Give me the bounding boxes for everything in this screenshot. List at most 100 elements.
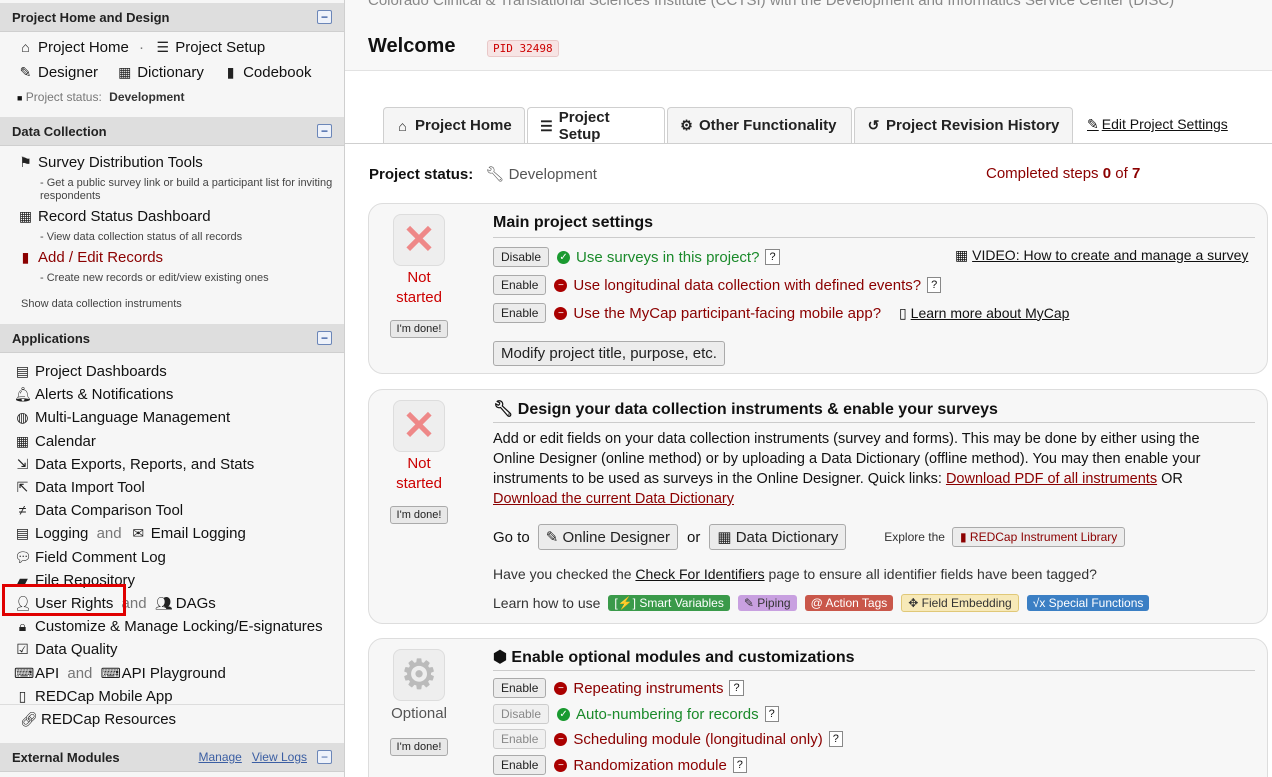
action-tags-button[interactable]: @ Action Tags xyxy=(804,595,894,611)
export-icon: ⇲ xyxy=(16,455,29,472)
instrument-library-button[interactable]: ▮ REDCap Instrument Library xyxy=(951,527,1126,547)
im-done-button[interactable]: I'm done! xyxy=(389,320,449,338)
nav-calendar[interactable]: ▦ Calendar xyxy=(14,430,323,453)
help-icon[interactable]: ? xyxy=(765,249,780,265)
modify-project-button[interactable]: Modify project title, purpose, etc. xyxy=(493,341,725,366)
tab-project-setup[interactable]: ☰ Project Setup xyxy=(527,107,665,144)
video-link[interactable]: ▦ VIDEO: How to create and manage a surv… xyxy=(955,247,1248,264)
collapse-icon[interactable]: − xyxy=(317,750,332,764)
enable-scheduling-button[interactable]: Enable xyxy=(493,729,547,749)
section-header-applications: Applications − xyxy=(0,324,344,353)
collapse-icon[interactable]: − xyxy=(317,124,332,138)
pen-icon: ✎ xyxy=(743,596,754,610)
nav-data-quality[interactable]: ☑ Data Quality xyxy=(14,638,323,661)
code-icon: ⌨ xyxy=(100,664,121,681)
status-text: Not started xyxy=(396,269,442,306)
help-icon[interactable]: ? xyxy=(828,731,843,747)
special-functions-button[interactable]: √x Special Functions xyxy=(1026,595,1150,611)
download-pdf-link[interactable]: Download PDF of all instruments xyxy=(946,471,1157,487)
tab-other-functionality[interactable]: ⚙ Other Functionality xyxy=(667,107,852,143)
nav-field-comment[interactable]: 💬︎ Field Comment Log xyxy=(14,546,323,569)
lock-icon: 🔒︎ xyxy=(18,618,27,635)
nav-multilang[interactable]: ◍ Multi-Language Management xyxy=(14,406,323,429)
nav-api-playground[interactable]: ⌨API Playground xyxy=(101,665,226,682)
view-logs-link[interactable]: View Logs xyxy=(252,750,307,764)
nav-data-import[interactable]: ⇱ Data Import Tool xyxy=(14,476,323,499)
enable-repeating-button[interactable]: Enable xyxy=(493,678,547,698)
divider xyxy=(0,704,344,705)
globe-icon: ◍ xyxy=(16,409,29,426)
help-icon[interactable]: ? xyxy=(732,757,747,773)
collapse-icon[interactable]: − xyxy=(317,10,332,24)
edit-project-settings-link[interactable]: ✎ Edit Project Settings xyxy=(1087,116,1228,133)
enable-randomization-button[interactable]: Enable xyxy=(493,755,547,775)
disable-autonumbering-button[interactable]: Disable xyxy=(493,704,550,724)
nav-redcap-resources[interactable]: 🔗︎ REDCap Resources xyxy=(20,711,176,728)
import-icon: ⇱ xyxy=(16,479,29,496)
field-embedding-button[interactable]: ✥ Field Embedding xyxy=(901,594,1019,612)
section-title: Applications xyxy=(12,330,91,346)
nav-data-exports[interactable]: ⇲ Data Exports, Reports, and Stats xyxy=(14,453,323,476)
tab-project-home[interactable]: ⌂ Project Home xyxy=(383,107,525,143)
download-dictionary-link[interactable]: Download the current Data Dictionary xyxy=(493,491,734,507)
card-main-settings: ✕ Not started I'm done! Main project set… xyxy=(368,203,1268,374)
section-title: Project Home and Design xyxy=(12,9,170,25)
modify-row: Modify project title, purpose, etc. xyxy=(493,341,725,366)
nav-data-comparison[interactable]: ≠ Data Comparison Tool xyxy=(14,499,323,522)
goto-row: Go to ✎ Online Designer or ▦ Data Dictio… xyxy=(493,524,1133,550)
applications-list: ▤ Project Dashboards 🔔︎ Alerts & Notificat… xyxy=(14,360,323,708)
im-done-button[interactable]: I'm done! xyxy=(389,738,449,756)
online-designer-button[interactable]: ✎ Online Designer xyxy=(537,524,678,550)
collapse-icon[interactable]: − xyxy=(317,331,332,345)
comments-icon: 💬︎ xyxy=(14,548,32,565)
edit-icon: ✎ xyxy=(1087,116,1099,132)
nav-project-home[interactable]: ⌂ Project Home xyxy=(17,39,129,56)
data-dictionary-button[interactable]: ▦ Data Dictionary xyxy=(709,524,847,550)
nav-survey-tools[interactable]: ⚑ Survey Distribution Tools xyxy=(17,154,203,171)
square-icon: ■ xyxy=(17,93,23,103)
scheduling-row: Enable − Scheduling module (longitudinal… xyxy=(493,729,843,749)
learn-row: Learn how to use [⚡] Smart Variables ✎ P… xyxy=(493,594,1157,612)
help-icon[interactable]: ? xyxy=(764,706,779,722)
mycap-link[interactable]: ▯ Learn more about MyCap xyxy=(899,305,1069,322)
tab-revision-history[interactable]: ↺ Project Revision History xyxy=(854,107,1073,143)
nav-project-dashboards[interactable]: ▤ Project Dashboards xyxy=(14,360,323,383)
nav-add-edit-records[interactable]: ▮ Add / Edit Records xyxy=(17,249,163,266)
check-identifiers-link[interactable]: Check For Identifiers xyxy=(635,566,764,582)
nav-codebook[interactable]: ▮ Codebook xyxy=(222,64,312,81)
add-edit-desc: - Create new records or edit/view existi… xyxy=(40,272,269,284)
nav-email-logging[interactable]: ✉ Email Logging xyxy=(130,525,245,542)
manage-link[interactable]: Manage xyxy=(198,750,241,764)
nav-logging[interactable]: ▤ Logging xyxy=(14,525,89,542)
smart-variables-button[interactable]: [⚡] Smart Variables xyxy=(608,595,730,611)
section-header-project-home-design: Project Home and Design − xyxy=(0,3,344,32)
enable-longitudinal-button[interactable]: Enable xyxy=(493,275,547,295)
nav-record-status[interactable]: ▦ Record Status Dashboard xyxy=(17,208,211,225)
checklist-icon: ☰ xyxy=(540,117,553,134)
show-instruments-link[interactable]: Show data collection instruments xyxy=(21,298,182,310)
email-icon: ✉ xyxy=(132,525,145,542)
im-done-button[interactable]: I'm done! xyxy=(389,506,449,524)
randomization-row: Enable − Randomization module ? xyxy=(493,755,747,775)
nav-dags[interactable]: 👥︎ DAGs xyxy=(155,595,216,612)
nav-api[interactable]: ⌨API xyxy=(14,665,59,682)
help-icon[interactable]: ? xyxy=(729,680,744,696)
completed-steps: Completed steps 0 of 7 xyxy=(986,165,1141,182)
help-icon[interactable]: ? xyxy=(927,277,942,293)
piping-button[interactable]: ✎ Piping xyxy=(737,595,797,611)
nav-designer[interactable]: ✎ Designer xyxy=(17,64,98,81)
card-title: Main project settings xyxy=(493,214,654,231)
card-status-col: ⚙ Optional I'm done! xyxy=(369,639,469,756)
nav-row: ✎ Designer ▦ Dictionary ▮ Codebook xyxy=(17,64,312,81)
section-header-data-collection: Data Collection − xyxy=(0,117,344,146)
nav-alerts[interactable]: 🔔︎ Alerts & Notifications xyxy=(14,383,323,406)
nav-project-setup[interactable]: ☰ Project Setup xyxy=(154,39,265,56)
card-status-col: ✕ Not started I'm done! xyxy=(369,204,469,338)
nav-dictionary[interactable]: ▦ Dictionary xyxy=(116,64,204,81)
books-icon: ▮ xyxy=(959,530,967,544)
nav-locking[interactable]: 🔒︎ Customize & Manage Locking/E-signature… xyxy=(14,615,323,638)
disable-surveys-button[interactable]: Disable xyxy=(493,247,550,267)
enable-mycap-button[interactable]: Enable xyxy=(493,303,547,323)
minus-icon: − xyxy=(554,681,568,695)
card-optional-modules: ⚙ Optional I'm done! ⬢ Enable optional m… xyxy=(368,638,1268,777)
